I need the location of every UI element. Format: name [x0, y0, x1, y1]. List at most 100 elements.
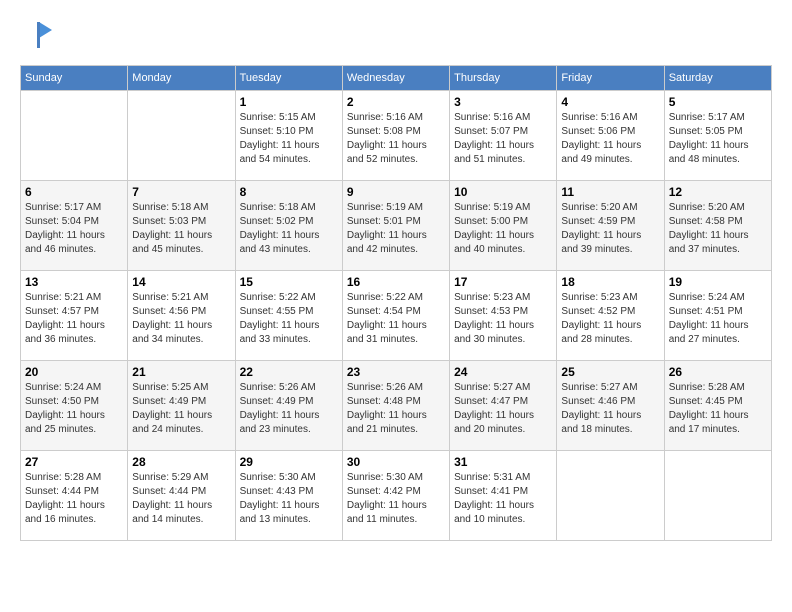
day-number: 5 [669, 95, 767, 109]
calendar-week-1: 1Sunrise: 5:15 AM Sunset: 5:10 PM Daylig… [21, 91, 772, 181]
day-number: 9 [347, 185, 445, 199]
calendar-cell: 30 Sunrise: 5:30 AM Sunset: 4:42 PM Dayli… [342, 451, 449, 541]
logo [20, 20, 54, 55]
day-number: 28 [132, 455, 230, 469]
calendar-week-5: 27 Sunrise: 5:28 AM Sunset: 4:44 PM Dayli… [21, 451, 772, 541]
day-number: 24 [454, 365, 552, 379]
day-number: 15 [240, 275, 338, 289]
calendar-week-2: 6 Sunrise: 5:17 AM Sunset: 5:04 PM Daylig… [21, 181, 772, 271]
day-info: Sunrise: 5:20 AM Sunset: 4:59 PM Dayligh… [561, 201, 659, 257]
day-number: 10 [454, 185, 552, 199]
day-number: 27 [25, 455, 123, 469]
day-info: Sunrise: 5:27 AM Sunset: 4:46 PM Dayligh… [561, 381, 659, 437]
calendar-cell: 29 Sunrise: 5:30 AM Sunset: 4:43 PM Dayli… [235, 451, 342, 541]
day-number: 22 [240, 365, 338, 379]
day-info: Sunrise: 5:16 AM Sunset: 5:08 PM Dayligh… [347, 111, 445, 167]
day-number: 4 [561, 95, 659, 109]
calendar-cell: 6 Sunrise: 5:17 AM Sunset: 5:04 PM Daylig… [21, 181, 128, 271]
day-number: 6 [25, 185, 123, 199]
calendar-cell: 10 Sunrise: 5:19 AM Sunset: 5:00 PM Dayli… [450, 181, 557, 271]
day-number: 3 [454, 95, 552, 109]
calendar-cell: 31 Sunrise: 5:31 AM Sunset: 4:41 PM Dayli… [450, 451, 557, 541]
column-header-friday: Friday [557, 66, 664, 91]
calendar-cell: 11 Sunrise: 5:20 AM Sunset: 4:59 PM Dayli… [557, 181, 664, 271]
calendar-cell: 4 Sunrise: 5:16 AM Sunset: 5:06 PM Daylig… [557, 91, 664, 181]
calendar-cell: 8Sunrise: 5:18 AM Sunset: 5:02 PM Daylig… [235, 181, 342, 271]
day-info: Sunrise: 5:17 AM Sunset: 5:04 PM Dayligh… [25, 201, 123, 257]
calendar-cell: 13 Sunrise: 5:21 AM Sunset: 4:57 PM Dayli… [21, 271, 128, 361]
calendar-cell: 15 Sunrise: 5:22 AM Sunset: 4:55 PM Dayli… [235, 271, 342, 361]
day-number: 1 [240, 95, 338, 109]
day-info: Sunrise: 5:26 AM Sunset: 4:48 PM Dayligh… [347, 381, 445, 437]
calendar-cell: 28 Sunrise: 5:29 AM Sunset: 4:44 PM Dayli… [128, 451, 235, 541]
day-number: 7 [132, 185, 230, 199]
calendar-week-4: 20Sunrise: 5:24 AM Sunset: 4:50 PM Dayli… [21, 361, 772, 451]
day-number: 29 [240, 455, 338, 469]
day-number: 17 [454, 275, 552, 289]
day-info: Sunrise: 5:19 AM Sunset: 5:00 PM Dayligh… [454, 201, 552, 257]
day-number: 14 [132, 275, 230, 289]
calendar-cell: 17 Sunrise: 5:23 AM Sunset: 4:53 PM Dayli… [450, 271, 557, 361]
calendar-cell: 5Sunrise: 5:17 AM Sunset: 5:05 PM Daylig… [664, 91, 771, 181]
day-info: Sunrise: 5:24 AM Sunset: 4:50 PM Dayligh… [25, 381, 123, 437]
day-number: 12 [669, 185, 767, 199]
calendar-header-row: SundayMondayTuesdayWednesdayThursdayFrid… [21, 66, 772, 91]
page-header [20, 20, 772, 55]
day-info: Sunrise: 5:22 AM Sunset: 4:54 PM Dayligh… [347, 291, 445, 347]
column-header-sunday: Sunday [21, 66, 128, 91]
day-number: 16 [347, 275, 445, 289]
day-info: Sunrise: 5:26 AM Sunset: 4:49 PM Dayligh… [240, 381, 338, 437]
calendar-cell: 22 Sunrise: 5:26 AM Sunset: 4:49 PM Dayli… [235, 361, 342, 451]
calendar-cell: 3 Sunrise: 5:16 AM Sunset: 5:07 PM Daylig… [450, 91, 557, 181]
calendar-body: 1Sunrise: 5:15 AM Sunset: 5:10 PM Daylig… [21, 91, 772, 541]
day-number: 8 [240, 185, 338, 199]
calendar-cell: 18Sunrise: 5:23 AM Sunset: 4:52 PM Dayli… [557, 271, 664, 361]
calendar-cell: 20Sunrise: 5:24 AM Sunset: 4:50 PM Dayli… [21, 361, 128, 451]
calendar-cell: 16 Sunrise: 5:22 AM Sunset: 4:54 PM Dayli… [342, 271, 449, 361]
day-info: Sunrise: 5:27 AM Sunset: 4:47 PM Dayligh… [454, 381, 552, 437]
day-info: Sunrise: 5:21 AM Sunset: 4:56 PM Dayligh… [132, 291, 230, 347]
day-number: 21 [132, 365, 230, 379]
column-header-wednesday: Wednesday [342, 66, 449, 91]
calendar-cell: 7Sunrise: 5:18 AM Sunset: 5:03 PM Daylig… [128, 181, 235, 271]
calendar-cell [21, 91, 128, 181]
day-info: Sunrise: 5:21 AM Sunset: 4:57 PM Dayligh… [25, 291, 123, 347]
day-number: 19 [669, 275, 767, 289]
calendar-cell: 27 Sunrise: 5:28 AM Sunset: 4:44 PM Dayli… [21, 451, 128, 541]
calendar-cell: 24 Sunrise: 5:27 AM Sunset: 4:47 PM Dayli… [450, 361, 557, 451]
day-info: Sunrise: 5:30 AM Sunset: 4:43 PM Dayligh… [240, 471, 338, 527]
calendar-cell [557, 451, 664, 541]
calendar-cell: 25 Sunrise: 5:27 AM Sunset: 4:46 PM Dayli… [557, 361, 664, 451]
calendar-cell: 1Sunrise: 5:15 AM Sunset: 5:10 PM Daylig… [235, 91, 342, 181]
calendar-cell: 9 Sunrise: 5:19 AM Sunset: 5:01 PM Daylig… [342, 181, 449, 271]
day-info: Sunrise: 5:23 AM Sunset: 4:53 PM Dayligh… [454, 291, 552, 347]
day-info: Sunrise: 5:30 AM Sunset: 4:42 PM Dayligh… [347, 471, 445, 527]
calendar-cell: 14 Sunrise: 5:21 AM Sunset: 4:56 PM Dayli… [128, 271, 235, 361]
day-number: 30 [347, 455, 445, 469]
calendar-table: SundayMondayTuesdayWednesdayThursdayFrid… [20, 65, 772, 541]
day-info: Sunrise: 5:19 AM Sunset: 5:01 PM Dayligh… [347, 201, 445, 257]
day-info: Sunrise: 5:16 AM Sunset: 5:06 PM Dayligh… [561, 111, 659, 167]
column-header-saturday: Saturday [664, 66, 771, 91]
day-info: Sunrise: 5:31 AM Sunset: 4:41 PM Dayligh… [454, 471, 552, 527]
day-info: Sunrise: 5:29 AM Sunset: 4:44 PM Dayligh… [132, 471, 230, 527]
column-header-thursday: Thursday [450, 66, 557, 91]
calendar-cell: 21Sunrise: 5:25 AM Sunset: 4:49 PM Dayli… [128, 361, 235, 451]
day-number: 11 [561, 185, 659, 199]
day-number: 18 [561, 275, 659, 289]
day-info: Sunrise: 5:28 AM Sunset: 4:44 PM Dayligh… [25, 471, 123, 527]
day-info: Sunrise: 5:22 AM Sunset: 4:55 PM Dayligh… [240, 291, 338, 347]
day-number: 13 [25, 275, 123, 289]
column-header-tuesday: Tuesday [235, 66, 342, 91]
calendar-cell: 19 Sunrise: 5:24 AM Sunset: 4:51 PM Dayli… [664, 271, 771, 361]
calendar-cell: 26Sunrise: 5:28 AM Sunset: 4:45 PM Dayli… [664, 361, 771, 451]
day-info: Sunrise: 5:24 AM Sunset: 4:51 PM Dayligh… [669, 291, 767, 347]
calendar-cell: 23Sunrise: 5:26 AM Sunset: 4:48 PM Dayli… [342, 361, 449, 451]
calendar-cell [664, 451, 771, 541]
calendar-cell [128, 91, 235, 181]
day-info: Sunrise: 5:16 AM Sunset: 5:07 PM Dayligh… [454, 111, 552, 167]
day-number: 25 [561, 365, 659, 379]
logo-flag-icon [24, 20, 54, 50]
day-number: 2 [347, 95, 445, 109]
day-number: 31 [454, 455, 552, 469]
